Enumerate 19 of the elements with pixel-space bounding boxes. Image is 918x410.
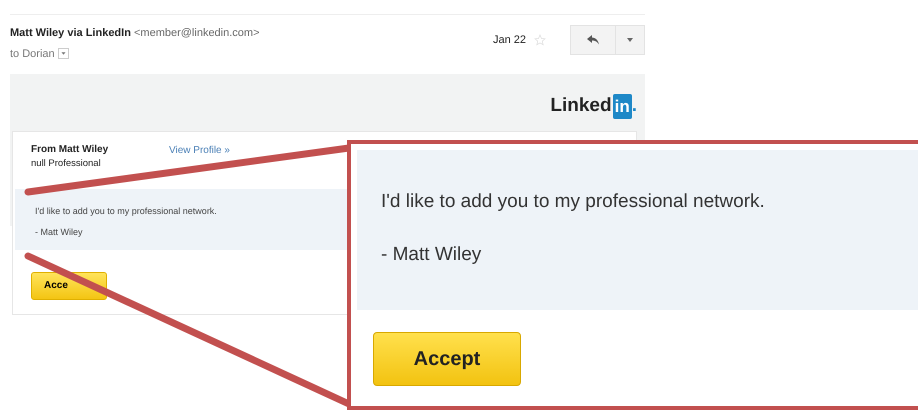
sender-name: Matt Wiley via LinkedIn: [10, 27, 131, 39]
sender-heading: From Matt Wiley: [31, 142, 110, 156]
signature: - Matt Wiley: [381, 242, 482, 266]
sender-headline: null Professional: [31, 156, 102, 170]
reply-icon: [587, 35, 599, 45]
caret-icon: [627, 38, 633, 42]
signature: - Matt Wiley: [35, 226, 84, 240]
details-dropdown-button[interactable]: [58, 48, 69, 60]
view-profile-link[interactable]: View Profile »: [169, 144, 230, 156]
date-label: Jan 22: [492, 32, 526, 48]
logo-dot: .: [632, 94, 637, 118]
accept-button[interactable]: Accept: [373, 332, 521, 386]
star-icon[interactable]: [534, 34, 546, 46]
invitation-message: I'd like to add you to my professional network.: [35, 204, 218, 218]
invitation-message: I'd like to add you to my professional network.: [381, 190, 766, 214]
logo-wordmark: Linked: [550, 94, 612, 118]
logo-badge: in: [612, 94, 632, 119]
recipient-label: to Dorian: [10, 48, 55, 60]
sender-address: <member@linkedin.com>: [134, 27, 260, 39]
